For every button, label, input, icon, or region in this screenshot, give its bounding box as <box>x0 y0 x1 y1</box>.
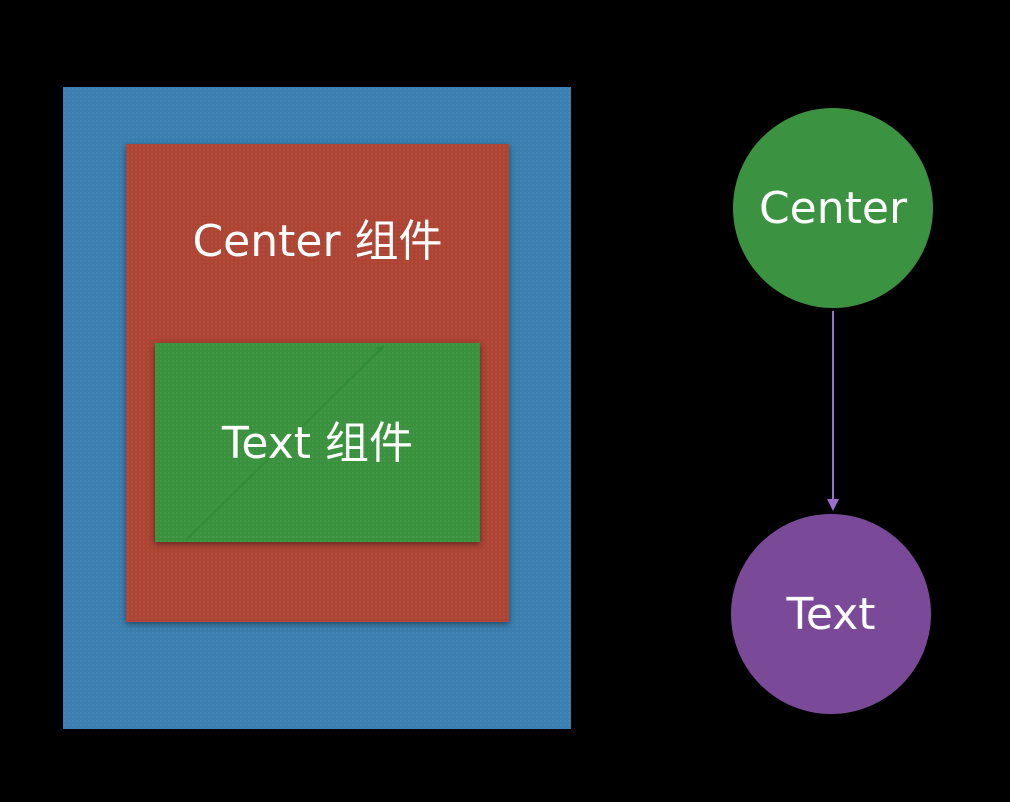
diagram-canvas: Center 组件 Text 组件 Center Text <box>0 0 1010 802</box>
text-tree-node: Text <box>731 514 931 714</box>
text-node-label: Text <box>786 588 876 640</box>
